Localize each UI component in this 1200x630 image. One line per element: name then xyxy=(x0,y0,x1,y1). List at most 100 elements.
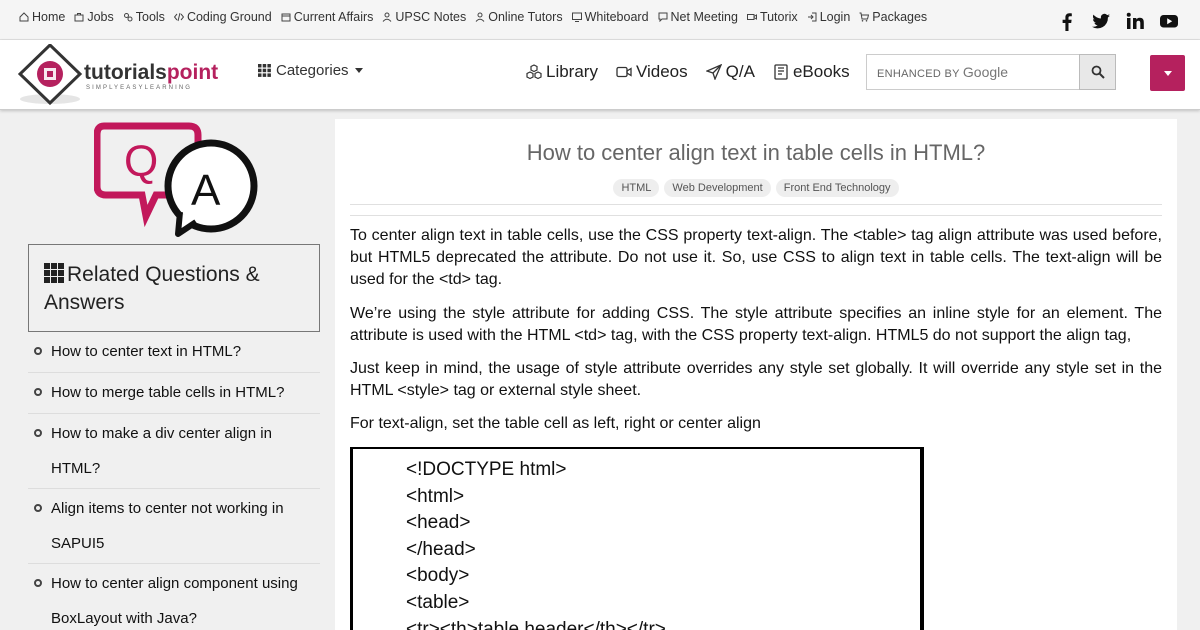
list-item-label: How to merge table cells in HTML? xyxy=(51,384,285,401)
nav-videos-label: Videos xyxy=(635,62,688,81)
top-nav-coding-ground[interactable]: Coding Ground xyxy=(173,10,272,24)
briefcase-icon xyxy=(74,12,84,22)
article-paragraph: Just keep in mind, the usage of style at… xyxy=(350,360,1162,399)
code-line: <html> xyxy=(406,485,465,507)
code-line: <body> xyxy=(406,565,470,587)
book-icon xyxy=(281,12,291,22)
top-nav-net-meeting[interactable]: Net Meeting xyxy=(658,10,738,24)
home-icon xyxy=(19,12,29,22)
linkedin-icon[interactable] xyxy=(1124,10,1146,32)
top-nav-label: Tutorix xyxy=(759,10,798,24)
facebook-icon[interactable] xyxy=(1056,10,1078,32)
code-line: </head> xyxy=(406,538,476,560)
qa-illustration-icon: Q A xyxy=(94,122,258,237)
bullet-icon xyxy=(34,347,42,355)
grid-icon xyxy=(44,263,64,283)
related-title: Related Questions & Answers xyxy=(44,263,260,314)
top-nav-upsc-notes[interactable]: UPSC Notes xyxy=(382,10,466,24)
top-nav-label: Tools xyxy=(135,10,165,24)
article-panel: How to center align text in table cells … xyxy=(335,119,1177,630)
top-nav-tutorix[interactable]: Tutorix xyxy=(746,10,798,24)
top-nav-jobs[interactable]: Jobs xyxy=(74,10,114,24)
list-item[interactable]: How to make a div center align in HTML? xyxy=(28,414,320,489)
search-button[interactable] xyxy=(1079,54,1116,90)
related-questions-list: How to center text in HTML? How to merge… xyxy=(28,332,320,630)
nav-library[interactable]: Library xyxy=(526,62,598,82)
bullet-icon xyxy=(34,429,42,437)
article-paragraph: For text-align, set the table cell as le… xyxy=(350,415,761,432)
list-item[interactable]: How to center text in HTML? xyxy=(28,332,320,373)
article-paragraph: We’re using the style attribute for addi… xyxy=(350,305,1162,344)
chevron-down-icon xyxy=(1163,70,1172,76)
bullet-icon xyxy=(34,579,42,587)
code-line: <tr><th>table header</th></tr> xyxy=(406,618,666,630)
list-item[interactable]: Align items to center not working in SAP… xyxy=(28,489,320,564)
top-nav-label: Net Meeting xyxy=(670,10,738,24)
code-screenshot: <!DOCTYPE html> <html> <head> </head> <b… xyxy=(350,447,924,630)
list-item-label: How to make a div center align in HTML? xyxy=(51,425,272,477)
youtube-icon[interactable] xyxy=(1158,10,1180,32)
paper-plane-icon xyxy=(705,64,722,80)
bullet-icon xyxy=(34,504,42,512)
top-nav-label: Whiteboard xyxy=(584,10,649,24)
top-nav-login[interactable]: Login xyxy=(807,10,851,24)
code-line: <!DOCTYPE html> xyxy=(406,459,567,480)
tag-front-end-technology[interactable]: Front End Technology xyxy=(775,179,899,197)
svg-text:SIMPLYEASYLEARNING: SIMPLYEASYLEARNING xyxy=(86,85,192,91)
top-nav-label: Home xyxy=(32,10,66,24)
list-item-label: Align items to center not working in SAP… xyxy=(51,500,284,552)
top-nav-packages[interactable]: Packages xyxy=(859,10,927,24)
top-nav-label: Packages xyxy=(872,10,928,24)
main-nav: Library Videos Q/A eBooks xyxy=(526,62,868,82)
categories-dropdown[interactable]: Categories xyxy=(258,62,363,79)
cubes-icon xyxy=(526,64,542,80)
search-icon xyxy=(1091,65,1105,79)
nav-ebooks-label: eBooks xyxy=(792,62,850,81)
top-nav-label: Login xyxy=(819,10,851,24)
top-nav-label: Coding Ground xyxy=(186,10,272,24)
nav-ebooks[interactable]: eBooks xyxy=(773,62,850,82)
divider xyxy=(350,204,1162,205)
top-nav: Home Jobs Tools Coding Ground Current Affair… xyxy=(19,10,936,24)
top-nav-label: Current Affairs xyxy=(293,10,374,24)
svg-text:Q: Q xyxy=(124,137,158,186)
book-icon xyxy=(774,64,788,80)
top-nav-label: Online Tutors xyxy=(488,10,563,24)
login-icon xyxy=(807,12,817,22)
top-nav-whiteboard[interactable]: Whiteboard xyxy=(571,10,649,24)
article-paragraph: To center align text in table cells, use… xyxy=(350,227,1162,288)
menu-toggle-button[interactable] xyxy=(1150,55,1185,91)
tutorialspoint-logo[interactable]: tutorialspoint SIMPLYEASYLEARNING xyxy=(17,42,233,106)
top-nav-label: UPSC Notes xyxy=(395,10,467,24)
video-icon xyxy=(746,12,757,22)
list-item[interactable]: How to center align component using BoxL… xyxy=(28,564,320,630)
nav-videos[interactable]: Videos xyxy=(616,62,688,82)
tag-list: HTML Web Development Front End Technolog… xyxy=(335,179,1177,197)
top-nav-home[interactable]: Home xyxy=(19,10,65,24)
code-line: <table> xyxy=(406,591,470,613)
chat-icon xyxy=(658,12,668,22)
twitter-icon[interactable] xyxy=(1090,10,1112,32)
cart-icon xyxy=(859,12,870,22)
tag-web-development[interactable]: Web Development xyxy=(664,179,771,197)
top-nav-tools[interactable]: Tools xyxy=(123,10,165,24)
code-icon xyxy=(173,12,184,22)
main-header: tutorialspoint SIMPLYEASYLEARNING Catego… xyxy=(0,40,1200,110)
chevron-down-icon xyxy=(354,68,363,73)
gears-icon xyxy=(123,12,133,22)
categories-label: Categories xyxy=(276,62,349,79)
tag-html[interactable]: HTML xyxy=(613,179,660,197)
list-item-label: How to center text in HTML? xyxy=(51,343,242,360)
social-links xyxy=(1056,10,1192,32)
nav-qa[interactable]: Q/A xyxy=(705,62,755,82)
grid-icon xyxy=(258,64,271,77)
nav-qa-label: Q/A xyxy=(725,62,755,81)
video-icon xyxy=(616,66,632,78)
code-line: <head> xyxy=(406,512,471,534)
svg-text:A: A xyxy=(191,166,221,215)
list-item[interactable]: How to merge table cells in HTML? xyxy=(28,373,320,414)
list-item-label: How to center align component using BoxL… xyxy=(51,575,298,627)
top-nav-current-affairs[interactable]: Current Affairs xyxy=(281,10,374,24)
top-nav-label: Jobs xyxy=(87,10,114,24)
top-nav-online-tutors[interactable]: Online Tutors xyxy=(475,10,563,24)
